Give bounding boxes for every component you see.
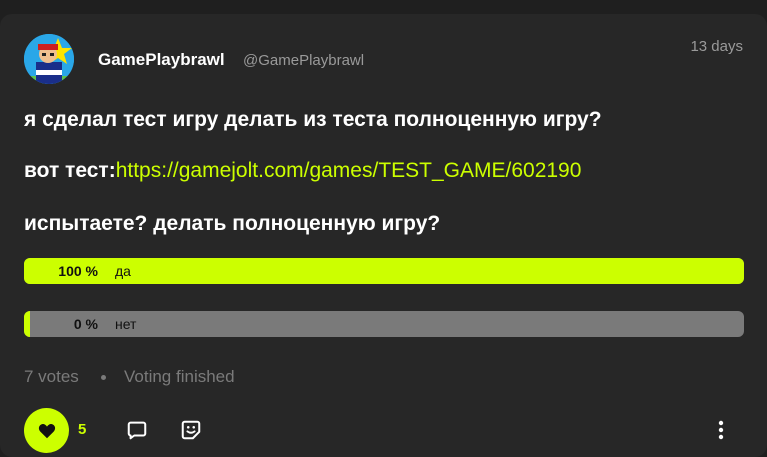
comment-button[interactable]	[125, 418, 149, 442]
author-name[interactable]: GamePlaybrawl	[98, 50, 225, 70]
game-link[interactable]: https://gamejolt.com/games/TEST_GAME/602…	[116, 159, 582, 182]
poll-option-label: нет	[115, 316, 137, 332]
post-text-line-1: я сделал тест игру делать из теста полно…	[24, 108, 602, 131]
more-options-button[interactable]	[709, 418, 733, 442]
poll-fill	[24, 258, 744, 284]
post-text-line-2: вот тест:https://gamejolt.com/games/TEST…	[24, 159, 581, 183]
poll-option-label: да	[115, 263, 131, 279]
vote-count: 7 votes	[24, 367, 79, 386]
comment-icon	[127, 421, 147, 440]
sticker-icon	[181, 420, 201, 440]
separator-dot	[101, 375, 106, 380]
post-text-prefix: вот тест:	[24, 159, 116, 182]
avatar[interactable]	[24, 34, 74, 84]
poll-percent: 0 %	[73, 316, 98, 332]
heart-icon	[38, 423, 55, 438]
post-text-line-3: испытаете? делать полноценную игру?	[24, 212, 441, 235]
poll-option-yes: 100 % да	[24, 258, 744, 284]
author-handle[interactable]: @GamePlaybrawl	[243, 52, 364, 69]
voting-status: Voting finished	[124, 367, 235, 386]
more-vertical-icon	[718, 420, 724, 440]
sticker-button[interactable]	[179, 418, 203, 442]
like-button[interactable]	[24, 408, 69, 453]
poll-percent: 100 %	[58, 263, 98, 279]
post-time[interactable]: 13 days	[690, 38, 743, 55]
like-count[interactable]: 5	[78, 421, 86, 438]
poll-option-no: 0 % нет	[24, 311, 744, 337]
